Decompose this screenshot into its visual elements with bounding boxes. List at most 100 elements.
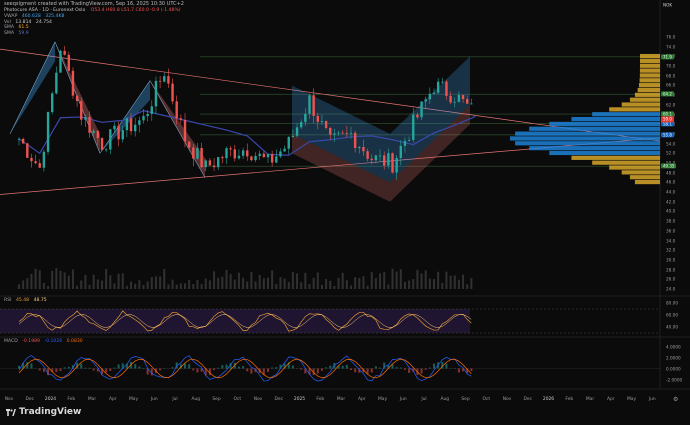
macd-histogram-bar <box>428 367 431 369</box>
time-tick-label: Oct <box>482 397 491 402</box>
price-tick-label: 42.0 <box>666 199 676 205</box>
profile-bar <box>515 131 660 136</box>
gear-icon[interactable]: ⚙ <box>673 396 678 403</box>
header-caption: seeqslgment created with TradingView.com… <box>4 1 184 7</box>
candle-body <box>59 50 62 73</box>
candle-body <box>17 138 21 140</box>
candle-body <box>38 163 41 168</box>
volume-bar <box>229 273 232 289</box>
volume-bar <box>55 268 58 289</box>
volume-bar <box>291 271 294 289</box>
macd-histogram-bar <box>320 368 323 371</box>
legend-key: VWAP <box>4 14 18 19</box>
volume-bar <box>283 278 286 289</box>
volume-bar <box>163 269 166 289</box>
candle-body <box>26 143 29 158</box>
profile-bar <box>510 136 660 141</box>
macd-value: 0.0830 <box>66 339 83 344</box>
legend-row-sma-2[interactable]: SMA 59.9 <box>4 31 32 37</box>
profile-bar <box>549 121 660 127</box>
candle-body <box>283 148 286 152</box>
volume-bar <box>192 283 195 289</box>
volume-bar <box>395 271 398 289</box>
macd-histogram-bar <box>184 363 186 369</box>
price-chart[interactable] <box>0 0 690 425</box>
candle-body <box>461 95 465 100</box>
price-tick-label: 40.0 <box>666 208 676 214</box>
legend-ohlc: O53.4 H60.8 L51.7 C60.0 -0.9 (-1.48%) <box>90 8 181 13</box>
profile-bar <box>515 141 660 146</box>
macd-histogram-bar <box>242 366 245 369</box>
candle-body <box>30 157 33 162</box>
volume-bar <box>208 280 211 289</box>
macd-histogram-bar <box>134 364 137 369</box>
macd-histogram-bar <box>171 367 174 369</box>
time-tick-label: May <box>128 397 139 402</box>
candle-body <box>387 153 390 166</box>
price-tick-label: 62.0 <box>666 102 676 108</box>
candle-body <box>187 141 191 148</box>
candle-body <box>403 140 407 146</box>
candle-body <box>279 151 282 157</box>
volume-bar <box>470 277 473 289</box>
macd-histogram-bar <box>470 368 473 371</box>
volume-bar <box>38 270 41 289</box>
time-tick-label: Nov <box>4 397 14 402</box>
macd-tick-label: 0.0000 <box>666 366 681 371</box>
volume-bar <box>196 280 199 289</box>
candle-body <box>196 147 199 159</box>
volume-bar <box>437 271 440 289</box>
volume-bar <box>237 272 240 289</box>
volume-bar <box>142 284 145 289</box>
macd-histogram-bar <box>399 367 402 369</box>
profile-bar <box>639 63 660 68</box>
candle-body <box>374 155 378 161</box>
legend-key: SMA <box>4 30 15 36</box>
profile-bar <box>639 53 660 59</box>
volume-bar <box>379 273 382 289</box>
volume-bar <box>146 281 149 289</box>
volume-bar <box>399 269 402 289</box>
macd-legend[interactable]: MACD -0.1989 -0.1026 0.0830 <box>4 339 86 345</box>
candle-body <box>345 133 349 134</box>
profile-bar <box>639 68 660 73</box>
macd-histogram-bar <box>150 368 153 376</box>
macd-histogram-bar <box>59 368 62 372</box>
candle-body <box>179 118 183 120</box>
volume-bar <box>121 273 124 289</box>
volume-bar <box>333 285 336 289</box>
candle-body <box>71 70 75 96</box>
candle-body <box>200 147 203 168</box>
rsi-legend[interactable]: RSI 45.48 48.75 <box>4 298 50 304</box>
macd-histogram-bar <box>225 364 228 369</box>
candle-body <box>46 112 50 152</box>
candle-body <box>466 99 469 104</box>
candle-body <box>100 138 104 150</box>
volume-bar <box>225 269 228 289</box>
volume-bar <box>109 275 112 289</box>
price-tag: 59.0 <box>661 116 674 122</box>
macd-histogram-bar <box>316 368 319 374</box>
candle-body <box>121 130 124 140</box>
candle-body <box>358 147 361 148</box>
candle-body <box>300 122 303 128</box>
candle-body <box>154 80 158 107</box>
macd-histogram-bar <box>433 363 435 369</box>
candle-body <box>67 54 70 71</box>
volume-bar <box>51 270 54 289</box>
candle-body <box>349 132 353 134</box>
price-tick-label: 32.0 <box>666 247 676 253</box>
volume-bar <box>320 284 323 289</box>
volume-bar <box>304 272 307 289</box>
legend-key: Vol <box>4 19 11 25</box>
candle-body <box>125 118 129 131</box>
time-tick-label: Aug <box>191 397 201 402</box>
volume-bar <box>383 272 386 289</box>
volume-bar <box>117 273 120 289</box>
candle-body <box>395 157 398 173</box>
price-tick-label: 74.0 <box>666 44 676 50</box>
volume-bar <box>267 277 269 289</box>
candle-body <box>109 129 112 150</box>
legend-title[interactable]: Photocure ASA · 1D · Euronext Oslo <box>4 8 85 13</box>
macd-histogram-bar <box>42 368 45 372</box>
